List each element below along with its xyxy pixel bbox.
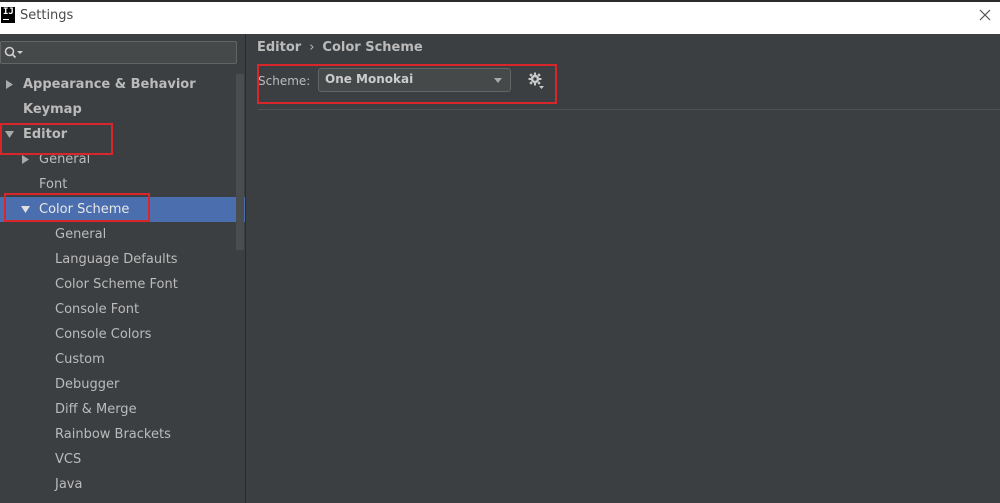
tree-item-label: Diff & Merge <box>55 402 137 417</box>
search-input[interactable] <box>0 41 237 64</box>
tree-item-label: Java <box>55 477 83 492</box>
tree-item-label: General <box>55 227 107 242</box>
tree-item[interactable]: Diff & Merge <box>0 397 245 422</box>
tree-item[interactable]: Rainbow Brackets <box>0 422 245 447</box>
settings-sidebar: Appearance & Behavior Keymap Editor General… <box>0 34 246 503</box>
breadcrumb-current: Color Scheme <box>322 40 423 55</box>
highlight-box-scheme-selector <box>257 64 557 104</box>
tree-item-label: Color Scheme Font <box>55 277 178 292</box>
highlight-box-color-scheme <box>4 193 150 222</box>
tree-item-label: Custom <box>55 352 105 367</box>
tree-item[interactable]: General <box>0 222 245 247</box>
divider <box>258 109 1000 110</box>
tree-item-label: VCS <box>55 452 82 467</box>
tree-item[interactable]: Appearance & Behavior <box>0 72 245 97</box>
search-icon <box>4 46 23 59</box>
highlight-box-editor <box>0 123 113 155</box>
tree-item[interactable]: Keymap <box>0 97 245 122</box>
main-panel: Editor › Color Scheme Scheme: One Monokai <box>246 34 1000 503</box>
tree-item[interactable]: Console Colors <box>0 322 245 347</box>
tree-item-label: Console Font <box>55 302 140 317</box>
tree-item-label: Language Defaults <box>55 252 178 267</box>
tree-item-label: Rainbow Brackets <box>55 427 171 442</box>
tree-item[interactable]: Custom <box>0 347 245 372</box>
tree-item-label: Keymap <box>23 102 82 117</box>
tree-item[interactable]: VCS <box>0 447 245 472</box>
tree-item[interactable]: Color Scheme Font <box>0 272 245 297</box>
breadcrumb: Editor › Color Scheme <box>257 40 423 55</box>
intellij-app-icon: IJ <box>1 7 15 23</box>
tree-item-label: Console Colors <box>55 327 152 342</box>
breadcrumb-separator: › <box>309 40 315 55</box>
expand-right-icon[interactable] <box>5 72 15 97</box>
tree-item-label: Debugger <box>55 377 120 392</box>
tree-item[interactable]: Debugger <box>0 372 245 397</box>
title-bar: IJ Settings <box>0 0 1000 34</box>
tree-item[interactable]: Java <box>0 472 245 497</box>
window-title: Settings <box>20 8 74 23</box>
close-icon[interactable] <box>978 8 992 22</box>
tree-item[interactable]: Console Font <box>0 297 245 322</box>
tree-item[interactable]: Language Defaults <box>0 247 245 272</box>
tree-item-label: Appearance & Behavior <box>23 77 196 92</box>
breadcrumb-parent[interactable]: Editor <box>257 40 301 55</box>
sidebar-scrollbar[interactable] <box>236 74 244 250</box>
